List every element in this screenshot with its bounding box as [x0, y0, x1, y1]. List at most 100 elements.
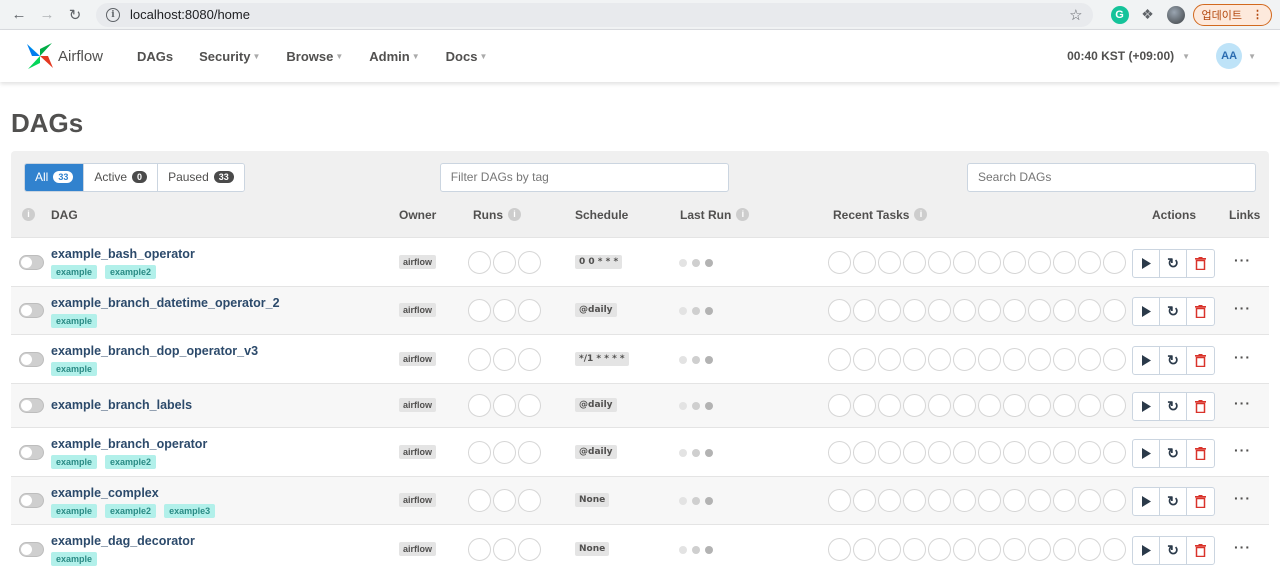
run-state-circle[interactable]: [518, 537, 541, 561]
forward-arrow-icon[interactable]: →: [36, 4, 58, 26]
tag-badge[interactable]: example: [51, 314, 98, 328]
refresh-dag-button[interactable]: ↻: [1160, 249, 1187, 277]
trigger-dag-button[interactable]: [1133, 346, 1160, 374]
schedule-badge[interactable]: @daily: [575, 444, 617, 459]
task-state-circle[interactable]: [1003, 394, 1026, 417]
task-state-circle[interactable]: [978, 537, 1001, 561]
task-state-circle[interactable]: [1028, 489, 1051, 512]
dag-link[interactable]: example_branch_datetime_operator_2: [51, 296, 280, 310]
recent-tasks-info-icon[interactable]: i: [914, 208, 928, 221]
grammarly-extension-icon[interactable]: G: [1110, 5, 1129, 24]
task-state-circle[interactable]: [953, 394, 976, 417]
task-state-circle[interactable]: [828, 394, 851, 417]
tag-badge[interactable]: example2: [105, 265, 157, 279]
task-state-circle[interactable]: [828, 537, 851, 561]
run-state-circle[interactable]: [518, 440, 541, 464]
timezone-clock[interactable]: 00:40 KST (+09:00) ▼: [1067, 49, 1190, 63]
task-state-circle[interactable]: [1103, 489, 1126, 512]
owner-badge[interactable]: airflow: [399, 254, 437, 269]
user-avatar[interactable]: AA: [1216, 43, 1243, 69]
run-state-circle[interactable]: [468, 537, 491, 561]
task-state-circle[interactable]: [928, 250, 951, 274]
delete-dag-button[interactable]: [1187, 440, 1214, 467]
task-state-circle[interactable]: [953, 250, 976, 274]
task-state-circle[interactable]: [878, 299, 901, 322]
schedule-badge[interactable]: @daily: [575, 303, 617, 317]
task-state-circle[interactable]: [1078, 489, 1101, 512]
trigger-dag-button[interactable]: [1133, 393, 1160, 420]
run-state-circle[interactable]: [493, 250, 516, 274]
nav-admin[interactable]: Admin ▼: [369, 49, 419, 64]
task-state-circle[interactable]: [978, 347, 1001, 371]
bookmark-star-icon[interactable]: ☆: [1069, 6, 1082, 24]
task-state-circle[interactable]: [903, 347, 926, 371]
task-state-circle[interactable]: [853, 489, 876, 512]
owner-badge[interactable]: airflow: [399, 303, 437, 317]
task-state-circle[interactable]: [978, 394, 1001, 417]
tag-badge[interactable]: example: [51, 455, 98, 469]
run-state-circle[interactable]: [493, 394, 516, 417]
task-state-circle[interactable]: [1053, 347, 1076, 371]
tag-badge[interactable]: example: [51, 362, 98, 376]
task-state-circle[interactable]: [928, 299, 951, 322]
tag-badge[interactable]: example2: [105, 455, 157, 469]
run-state-circle[interactable]: [468, 347, 491, 371]
run-state-circle[interactable]: [493, 440, 516, 464]
owner-badge[interactable]: airflow: [399, 398, 437, 412]
task-state-circle[interactable]: [953, 440, 976, 464]
owner-badge[interactable]: airflow: [399, 493, 437, 507]
schedule-badge[interactable]: 0 0 * * *: [575, 254, 623, 269]
task-state-circle[interactable]: [1078, 299, 1101, 322]
task-state-circle[interactable]: [1003, 440, 1026, 464]
run-state-circle[interactable]: [518, 394, 541, 417]
refresh-dag-button[interactable]: ↻: [1160, 439, 1187, 467]
task-state-circle[interactable]: [1028, 440, 1051, 464]
delete-dag-button[interactable]: [1187, 537, 1214, 564]
task-state-circle[interactable]: [828, 347, 851, 371]
trigger-dag-button[interactable]: [1133, 439, 1160, 467]
profile-avatar-icon[interactable]: [1166, 5, 1185, 24]
task-state-circle[interactable]: [928, 489, 951, 512]
filter-all-button[interactable]: All 33: [25, 163, 85, 191]
trigger-dag-button[interactable]: [1133, 249, 1160, 277]
last-run-info-icon[interactable]: i: [736, 208, 750, 221]
tag-badge[interactable]: example: [51, 552, 98, 566]
run-state-circle[interactable]: [518, 299, 541, 322]
dag-link[interactable]: example_branch_labels: [51, 398, 192, 412]
task-state-circle[interactable]: [878, 489, 901, 512]
trigger-dag-button[interactable]: [1133, 536, 1160, 564]
tag-badge[interactable]: example: [51, 265, 98, 279]
task-state-circle[interactable]: [903, 440, 926, 464]
browser-update-button[interactable]: 업데이트 ⋮: [1192, 3, 1272, 26]
run-state-circle[interactable]: [518, 489, 541, 512]
task-state-circle[interactable]: [978, 489, 1001, 512]
task-state-circle[interactable]: [978, 299, 1001, 322]
caret-down-icon[interactable]: ▼: [1248, 52, 1256, 61]
task-state-circle[interactable]: [953, 299, 976, 322]
links-more-icon[interactable]: ···: [1234, 490, 1251, 506]
col-owner[interactable]: Owner: [399, 208, 436, 222]
task-state-circle[interactable]: [1003, 489, 1026, 512]
refresh-dag-button[interactable]: ↻: [1160, 488, 1187, 515]
dag-link[interactable]: example_branch_dop_operator_v3: [51, 344, 258, 358]
task-state-circle[interactable]: [903, 299, 926, 322]
run-state-circle[interactable]: [468, 250, 491, 274]
task-state-circle[interactable]: [853, 440, 876, 464]
task-state-circle[interactable]: [1103, 299, 1126, 322]
dag-info-icon[interactable]: i: [22, 208, 35, 221]
task-state-circle[interactable]: [903, 250, 926, 274]
task-state-circle[interactable]: [1103, 537, 1126, 561]
links-more-icon[interactable]: ···: [1234, 395, 1251, 411]
task-state-circle[interactable]: [928, 440, 951, 464]
dag-link[interactable]: example_complex: [51, 486, 159, 500]
pause-toggle[interactable]: [19, 254, 44, 270]
search-dags-input[interactable]: [967, 162, 1256, 192]
run-state-circle[interactable]: [468, 299, 491, 322]
tag-badge[interactable]: example: [51, 504, 98, 518]
nav-security[interactable]: Security ▼: [199, 49, 260, 64]
dag-link[interactable]: example_dag_decorator: [51, 534, 195, 548]
refresh-dag-button[interactable]: ↻: [1160, 346, 1187, 374]
task-state-circle[interactable]: [1028, 347, 1051, 371]
pause-toggle[interactable]: [19, 351, 44, 367]
col-schedule[interactable]: Schedule: [575, 208, 628, 222]
